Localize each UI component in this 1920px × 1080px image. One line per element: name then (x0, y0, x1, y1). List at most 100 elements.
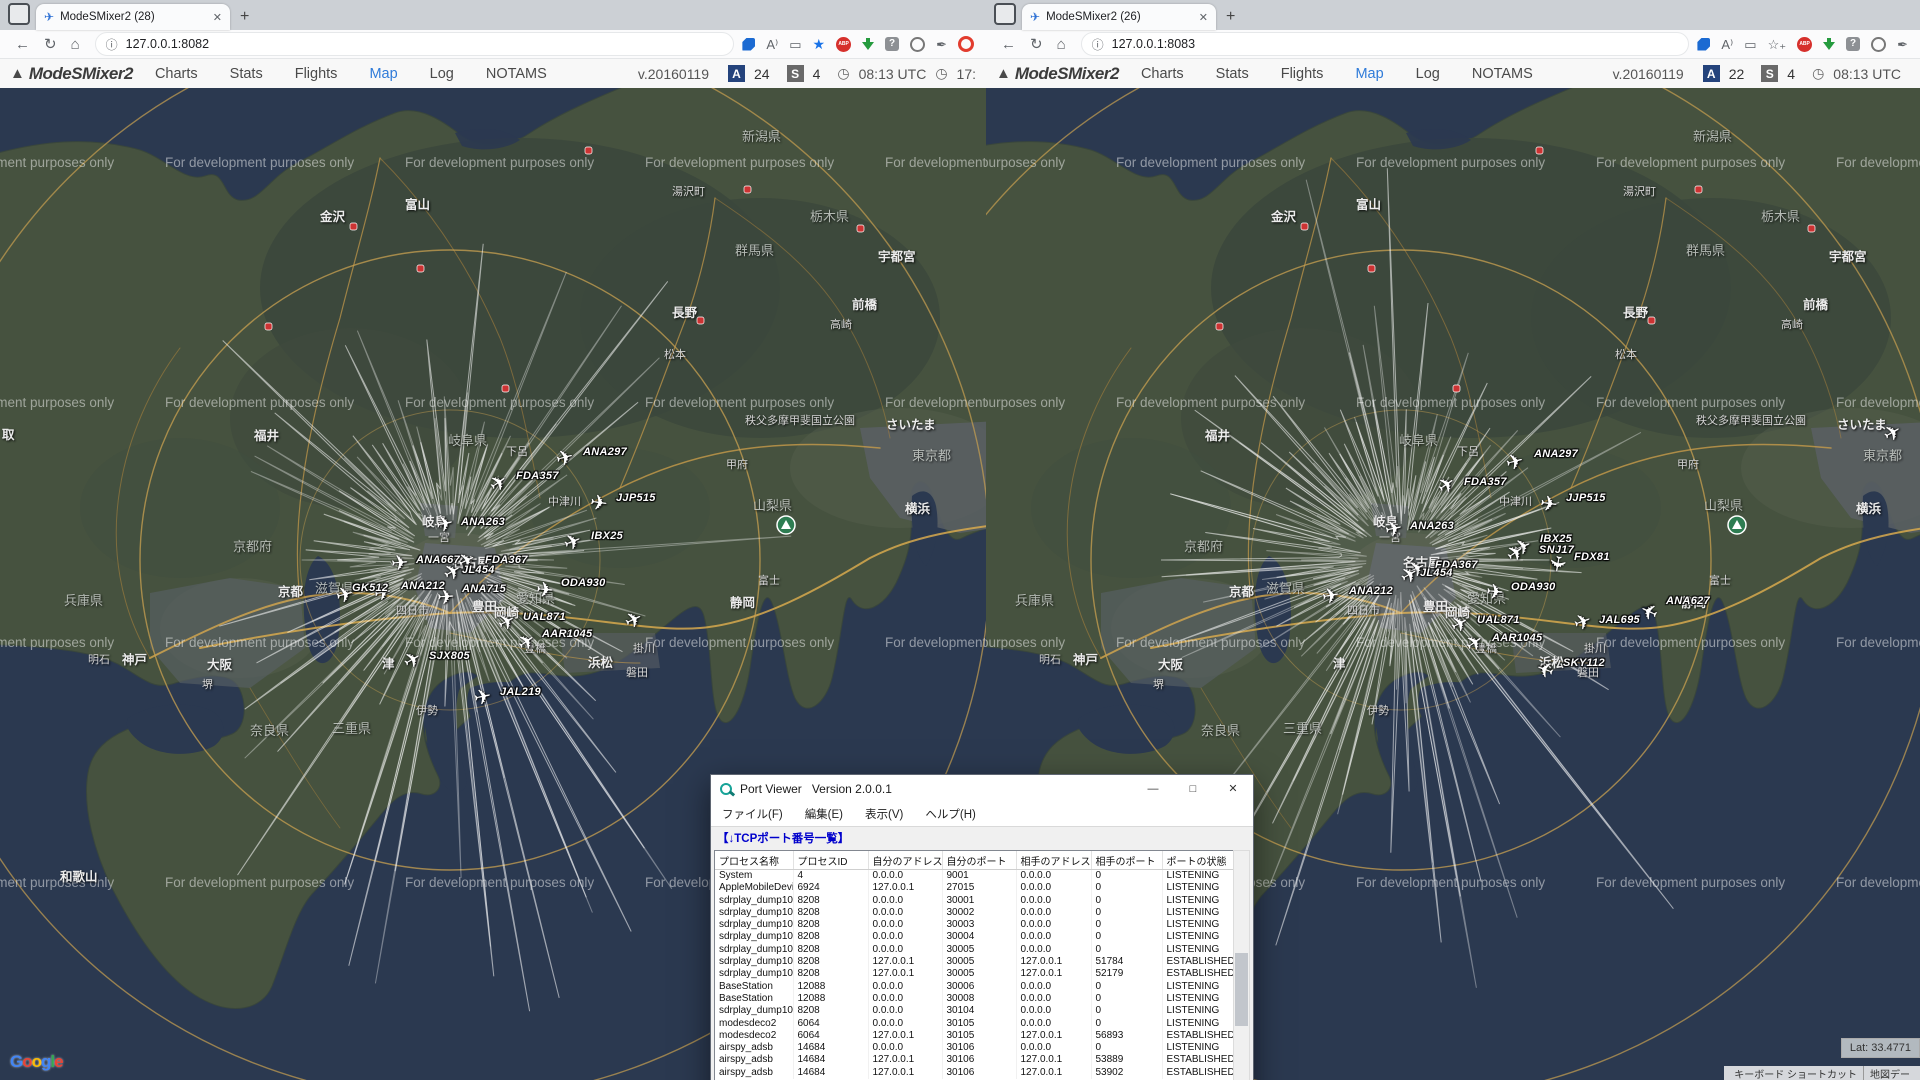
aircraft-icon[interactable]: ✈ (1539, 493, 1559, 516)
address-bar[interactable]: ⓘ 127.0.0.1:8083 (1081, 32, 1690, 56)
nav-link[interactable]: Stats (230, 66, 263, 82)
browser-tab[interactable]: ✈ ModeSMixer2 (26) ✕ (1022, 4, 1216, 30)
download-icon[interactable] (1823, 38, 1835, 51)
port-table-row[interactable]: AppleMobileDevi... 6924 127.0.0.1 27015 … (715, 882, 1235, 894)
back-button[interactable]: ← (15, 37, 30, 52)
read-aloud-icon[interactable]: A⁾ (1721, 38, 1733, 51)
aircraft-icon[interactable]: ✈ (434, 512, 456, 536)
nav-link[interactable]: Map (369, 66, 397, 82)
port-table-row[interactable]: sdrplay_dump1090 8208 0.0.0.0 30005 0.0.… (715, 944, 1235, 956)
menu-item[interactable]: ヘルプ(H) (925, 806, 975, 822)
nav-link[interactable]: Flights (1281, 66, 1324, 82)
nav-link[interactable]: NOTAMS (486, 66, 547, 82)
flight-callsign-label: FDX81 (1574, 551, 1610, 563)
menu-item[interactable]: 編集(E) (805, 806, 843, 822)
column-header[interactable]: 相手のアドレス (1016, 851, 1091, 870)
menu-item[interactable]: ファイル(F) (722, 806, 783, 822)
new-tab-button[interactable]: + (240, 8, 249, 26)
column-header[interactable]: プロセス名称 (715, 851, 793, 870)
site-info-icon[interactable]: ⓘ (106, 36, 118, 53)
aircraft-icon[interactable]: ✈ (1485, 581, 1504, 603)
aircraft-icon[interactable]: ✈ (589, 492, 609, 515)
ring-extension-icon[interactable] (1871, 37, 1886, 52)
help-icon[interactable]: ? (1846, 37, 1860, 51)
port-table-row[interactable]: BaseStation 12088 0.0.0.0 30006 0.0.0.0 … (715, 981, 1235, 993)
ring-extension-icon[interactable] (910, 37, 925, 52)
port-table-row[interactable]: airspy_adsb 14684 0.0.0.0 30106 0.0.0.0 … (715, 1042, 1235, 1054)
port-table-row[interactable]: sdrplay_dump1090 8208 0.0.0.0 30003 0.0.… (715, 919, 1235, 931)
address-bar[interactable]: ⓘ 127.0.0.1:8082 (95, 32, 735, 56)
port-table-row[interactable]: sdrplay_dump1090 8208 0.0.0.0 30002 0.0.… (715, 907, 1235, 919)
menu-item[interactable]: 表示(V) (865, 806, 903, 822)
nav-link[interactable]: Stats (1216, 66, 1249, 82)
port-table-row[interactable]: sdrplay_dump1090 8208 0.0.0.0 30004 0.0.… (715, 931, 1235, 943)
quill-extension-icon[interactable]: ✒ (936, 38, 947, 51)
port-table-container[interactable]: プロセス名称プロセスID自分のアドレス自分のポート相手のアドレス相手のポートポー… (714, 850, 1235, 1080)
maximize-button[interactable]: □ (1173, 775, 1213, 802)
nav-link[interactable]: NOTAMS (1472, 66, 1533, 82)
port-table-row[interactable]: BaseStation 12088 0.0.0.0 30008 0.0.0.0 … (715, 993, 1235, 1005)
nav-link[interactable]: Flights (295, 66, 338, 82)
column-header[interactable]: 自分のアドレス (868, 851, 942, 870)
port-table-row[interactable]: sdrplay_dump1090 8208 0.0.0.0 30104 0.0.… (715, 1005, 1235, 1017)
adblock-icon[interactable]: ABP (836, 37, 851, 52)
tab-actions-icon[interactable] (8, 3, 30, 25)
aircraft-icon[interactable]: ✈ (1545, 553, 1569, 574)
browser-tab[interactable]: ✈ ModeSMixer2 (28) ✕ (36, 4, 230, 30)
mount-fuji-pin[interactable] (777, 516, 795, 534)
immersive-reader-icon[interactable]: ▭ (1744, 38, 1756, 51)
shopping-tag-icon[interactable] (742, 38, 755, 51)
back-button[interactable]: ← (1001, 37, 1016, 52)
adblock-icon[interactable]: ABP (1797, 37, 1812, 52)
port-table-row[interactable]: modesdeco2 6064 127.0.0.1 30105 127.0.0.… (715, 1030, 1235, 1042)
home-button[interactable]: ⌂ (71, 37, 80, 52)
aircraft-icon[interactable]: ✈ (1383, 517, 1405, 541)
nav-link[interactable]: Map (1355, 66, 1383, 82)
port-viewer-titlebar[interactable]: Port Viewer Version 2.0.0.1 — □ ✕ (711, 775, 1253, 802)
site-info-icon[interactable]: ⓘ (1092, 36, 1104, 53)
aircraft-icon[interactable]: ✈ (535, 579, 554, 601)
keyboard-shortcuts-link[interactable]: キーボード ショートカット (1728, 1066, 1863, 1080)
help-icon[interactable]: ? (885, 37, 899, 51)
vertical-scrollbar-thumb[interactable] (1235, 953, 1248, 1026)
minimize-button[interactable]: — (1133, 775, 1173, 802)
tab-close-icon[interactable]: ✕ (213, 11, 222, 24)
port-table-row[interactable]: sdrplay_dump1090 8208 0.0.0.0 30001 0.0.… (715, 895, 1235, 907)
download-icon[interactable] (862, 38, 874, 51)
port-table-row[interactable]: sdrplay_dump1090 8208 127.0.0.1 30005 12… (715, 956, 1235, 968)
nav-link[interactable]: Charts (1141, 66, 1184, 82)
aircraft-icon[interactable]: ✈ (390, 552, 409, 574)
immersive-reader-icon[interactable]: ▭ (789, 38, 801, 51)
column-header[interactable]: 自分のポート (942, 851, 1016, 870)
shopping-tag-icon[interactable] (1697, 38, 1710, 51)
vertical-scrollbar[interactable] (1233, 850, 1250, 1080)
column-header[interactable]: 相手のポート (1091, 851, 1162, 870)
read-aloud-icon[interactable]: A⁾ (766, 38, 778, 51)
new-tab-button[interactable]: + (1226, 8, 1235, 26)
opera-icon[interactable] (958, 36, 974, 52)
column-header[interactable]: ポートの状態 (1162, 851, 1235, 870)
nav-link[interactable]: Log (430, 66, 454, 82)
port-table-row[interactable]: System 4 0.0.0.0 9001 0.0.0.0 0 LISTENIN… (715, 870, 1235, 883)
nav-link[interactable]: Charts (155, 66, 198, 82)
refresh-button[interactable]: ↻ (44, 37, 57, 52)
nav-link[interactable]: Log (1416, 66, 1440, 82)
tab-actions-icon[interactable] (994, 3, 1016, 25)
google-logo[interactable]: Google (10, 1052, 63, 1072)
quill-extension-icon[interactable]: ✒ (1897, 38, 1908, 51)
add-favorite-star-icon[interactable]: ☆₊ (1768, 38, 1787, 51)
port-viewer-window[interactable]: Port Viewer Version 2.0.0.1 — □ ✕ ファイル(F… (710, 774, 1254, 1080)
refresh-button[interactable]: ↻ (1030, 37, 1043, 52)
column-header[interactable]: プロセスID (793, 851, 868, 870)
tab-close-icon[interactable]: ✕ (1199, 11, 1208, 24)
port-table-row[interactable]: sdrplay_dump1090 8208 127.0.0.1 30005 12… (715, 968, 1235, 980)
port-table-row[interactable]: airspy_adsb 14684 127.0.0.1 30106 127.0.… (715, 1054, 1235, 1066)
aircraft-icon[interactable]: ✈ (1320, 585, 1341, 609)
mount-fuji-pin[interactable] (1728, 516, 1746, 534)
favorite-star-icon[interactable]: ★ (813, 37, 826, 51)
home-button[interactable]: ⌂ (1057, 37, 1066, 52)
close-button[interactable]: ✕ (1213, 775, 1253, 802)
aircraft-icon[interactable]: ✈ (472, 685, 494, 709)
port-table-row[interactable]: modesdeco2 6064 0.0.0.0 30105 0.0.0.0 0 … (715, 1018, 1235, 1030)
port-table-row[interactable]: airspy_adsb 14684 127.0.0.1 30106 127.0.… (715, 1067, 1235, 1079)
